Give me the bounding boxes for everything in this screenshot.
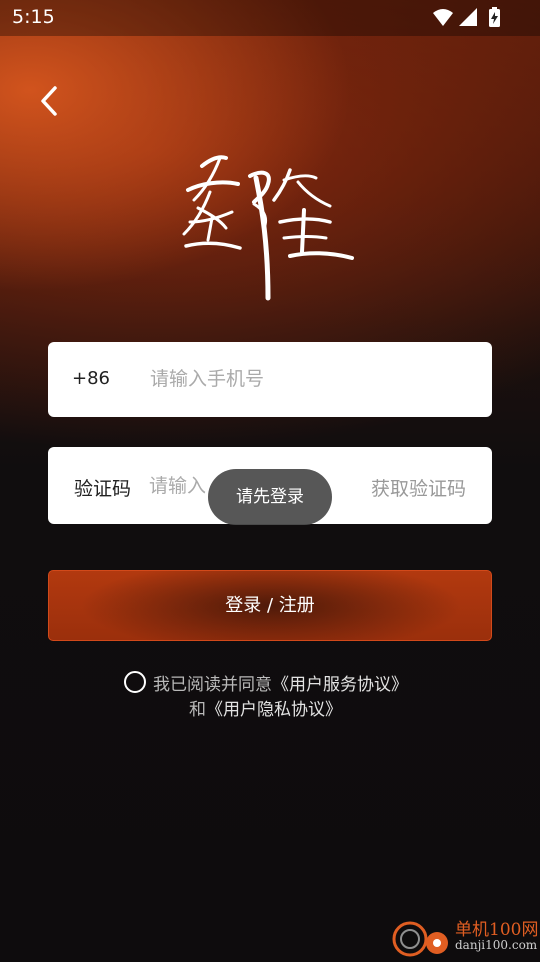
- back-button[interactable]: [28, 80, 72, 124]
- toast-message: 请先登录: [208, 469, 332, 525]
- watermark-title: 单机100网: [455, 920, 539, 940]
- status-bar: 5:15: [0, 0, 540, 36]
- status-time: 5:15: [12, 6, 55, 28]
- signal-icon: [459, 8, 477, 26]
- wifi-icon: [433, 9, 453, 26]
- watermark-logo: 单机100网 danji100.com: [388, 912, 538, 958]
- verification-code-label: 验证码: [74, 478, 132, 500]
- login-register-button[interactable]: 登录 / 注册: [48, 570, 492, 641]
- agreement-text-line2: 和《用户隐私协议》: [189, 695, 342, 720]
- status-icons: [432, 7, 502, 33]
- get-code-button[interactable]: 获取验证码: [371, 474, 466, 501]
- privacy-policy-link[interactable]: 《用户隐私协议》: [206, 700, 342, 720]
- agreement-text: 我已阅读并同意《用户服务协议》: [153, 670, 408, 695]
- country-code[interactable]: +86: [72, 368, 110, 389]
- phone-input[interactable]: [150, 364, 470, 394]
- battery-charging-icon: [489, 7, 500, 27]
- page-title-calligraphy: [180, 148, 360, 308]
- watermark-emblem-icon: [392, 921, 448, 957]
- user-agreement-link[interactable]: 《用户服务协议》: [272, 675, 408, 695]
- watermark-url: danji100.com: [455, 938, 538, 952]
- agreement-checkbox[interactable]: [124, 671, 146, 693]
- agreement-prefix: 我已阅读并同意: [153, 675, 272, 695]
- agreement-and: 和: [189, 700, 206, 720]
- chevron-left-icon: [41, 86, 57, 116]
- phone-card: +86: [48, 342, 492, 417]
